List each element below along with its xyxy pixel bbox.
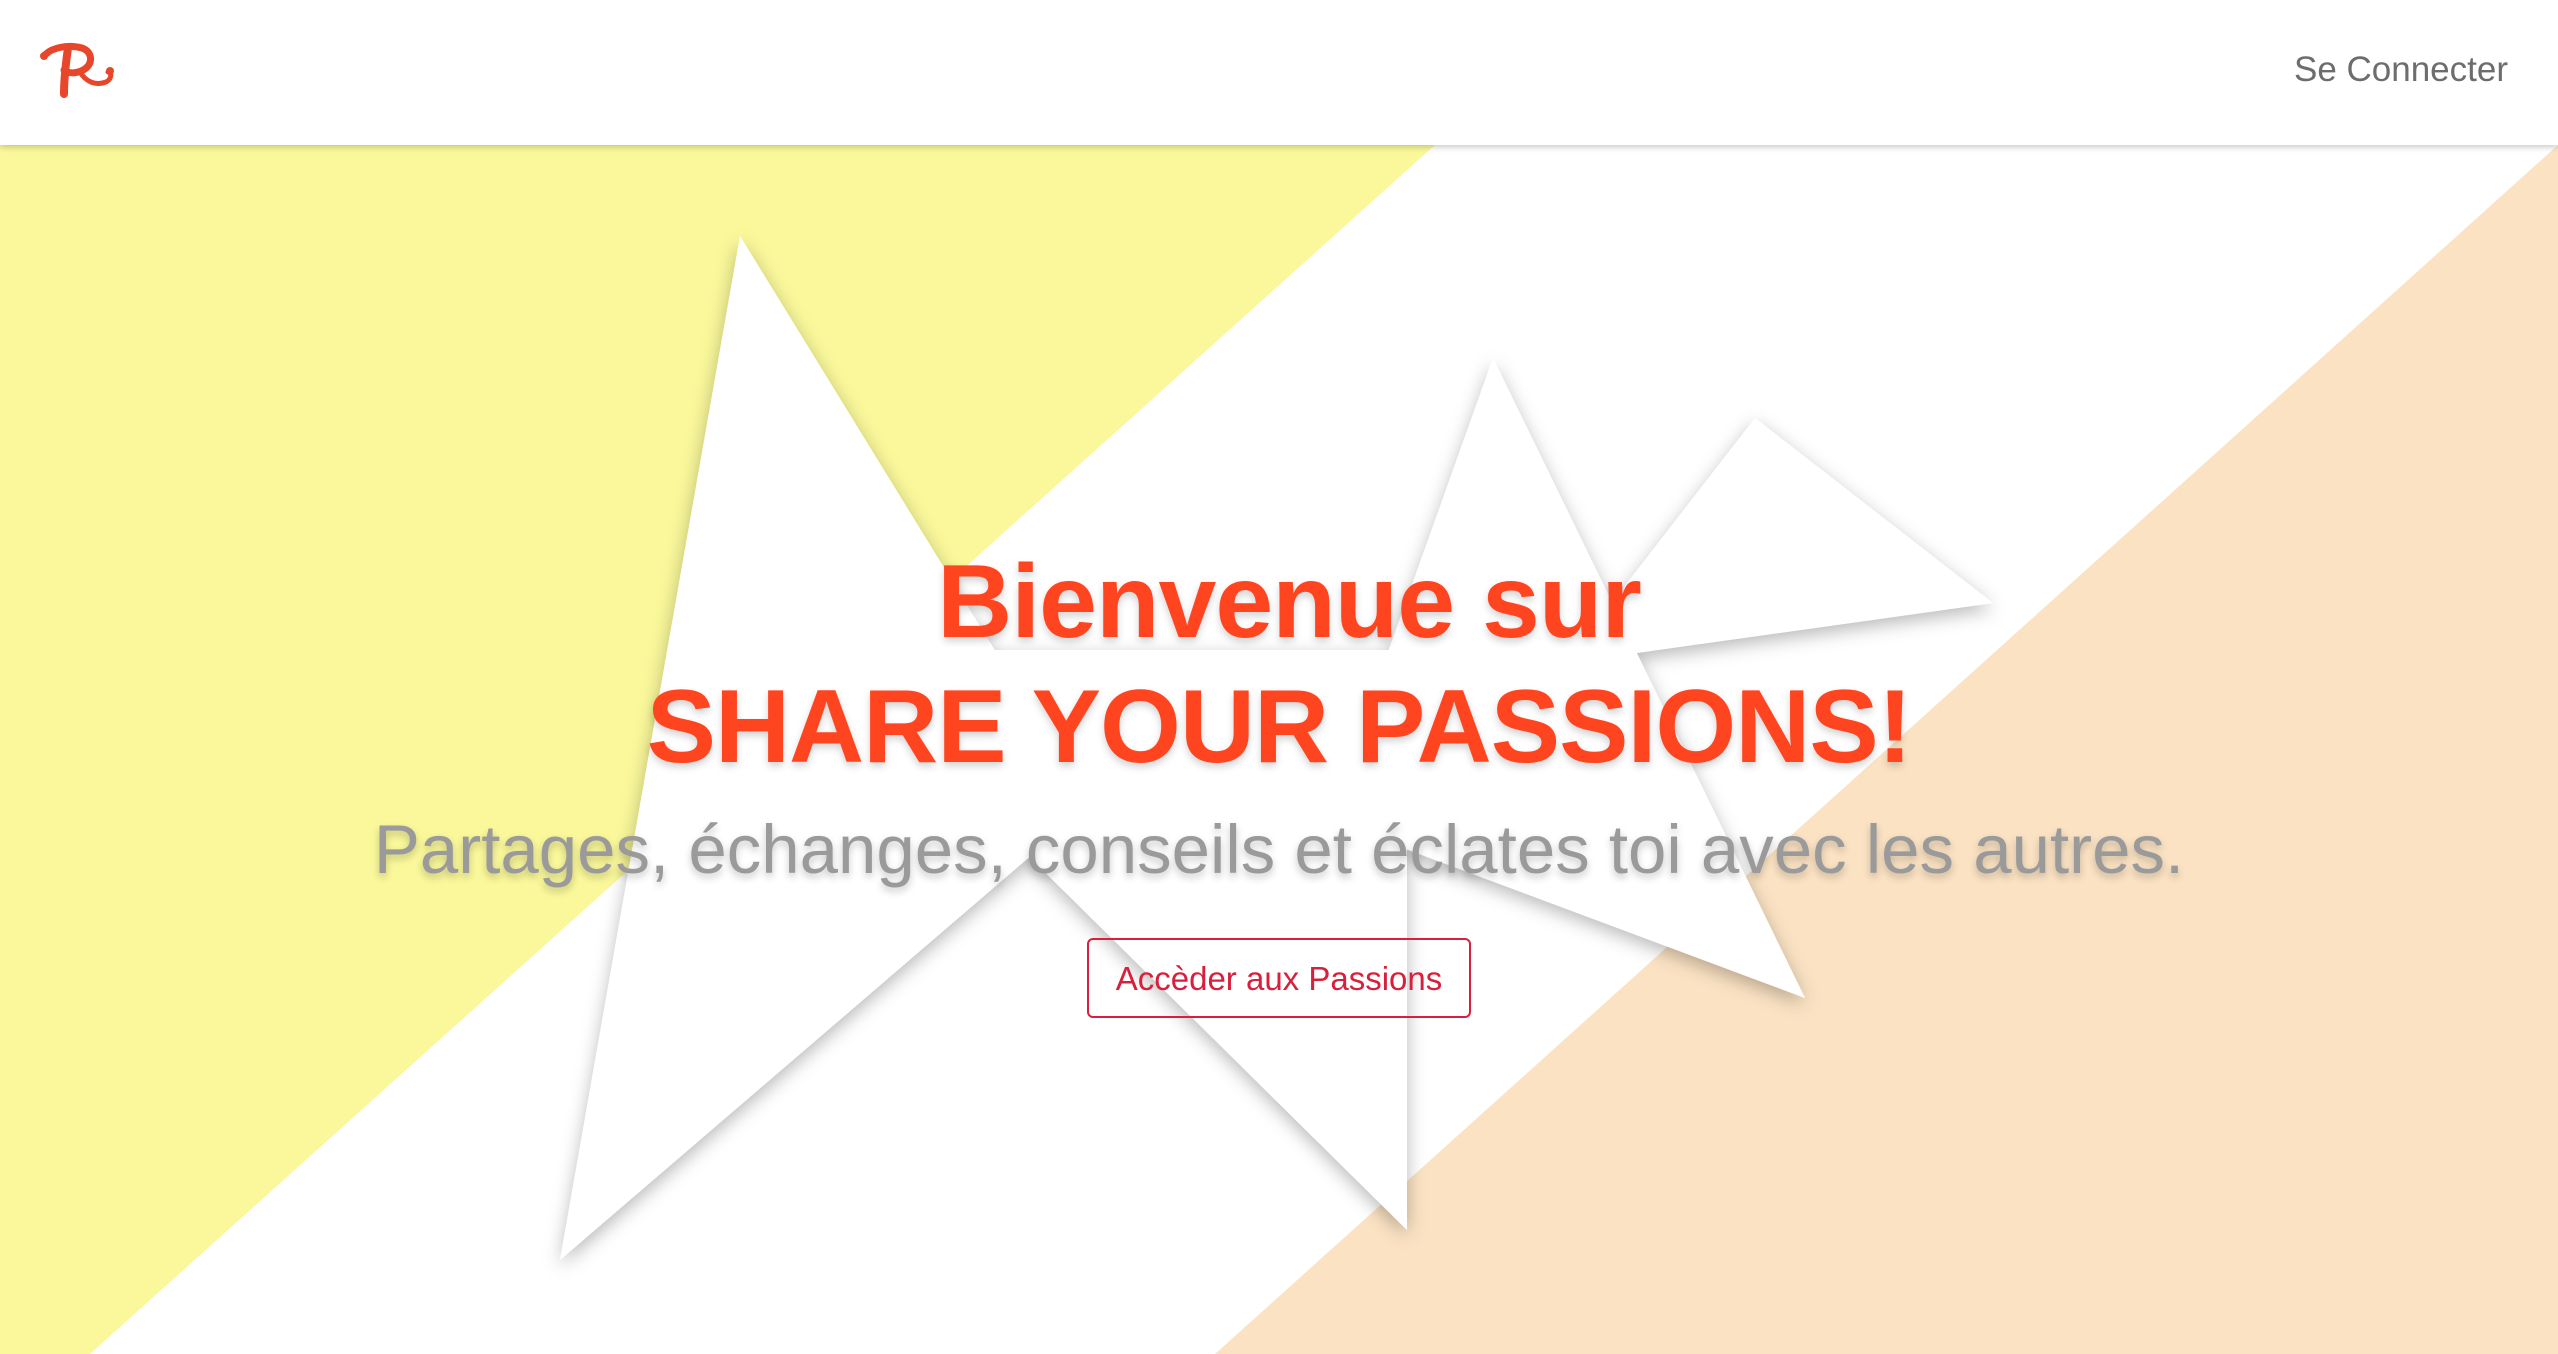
access-passions-button[interactable]: Accèder aux Passions — [1086, 938, 1472, 1018]
top-navbar: Se Connecter — [0, 0, 2558, 145]
login-link[interactable]: Se Connecter — [2294, 48, 2508, 92]
passions-logo-icon[interactable] — [38, 38, 120, 104]
landing-page: Se Connecter Bienvenue sur SHARE YOUR PA… — [0, 0, 2558, 1354]
hero-title-line1: Bienvenue sur — [937, 544, 1642, 660]
hero-subtitle: Partages, échanges, conseils et éclates … — [373, 811, 2185, 888]
hero-section: Bienvenue sur SHARE YOUR PASSIONS! Parta… — [0, 540, 2558, 1018]
hero-title-line2: SHARE YOUR PASSIONS! — [646, 669, 1913, 785]
